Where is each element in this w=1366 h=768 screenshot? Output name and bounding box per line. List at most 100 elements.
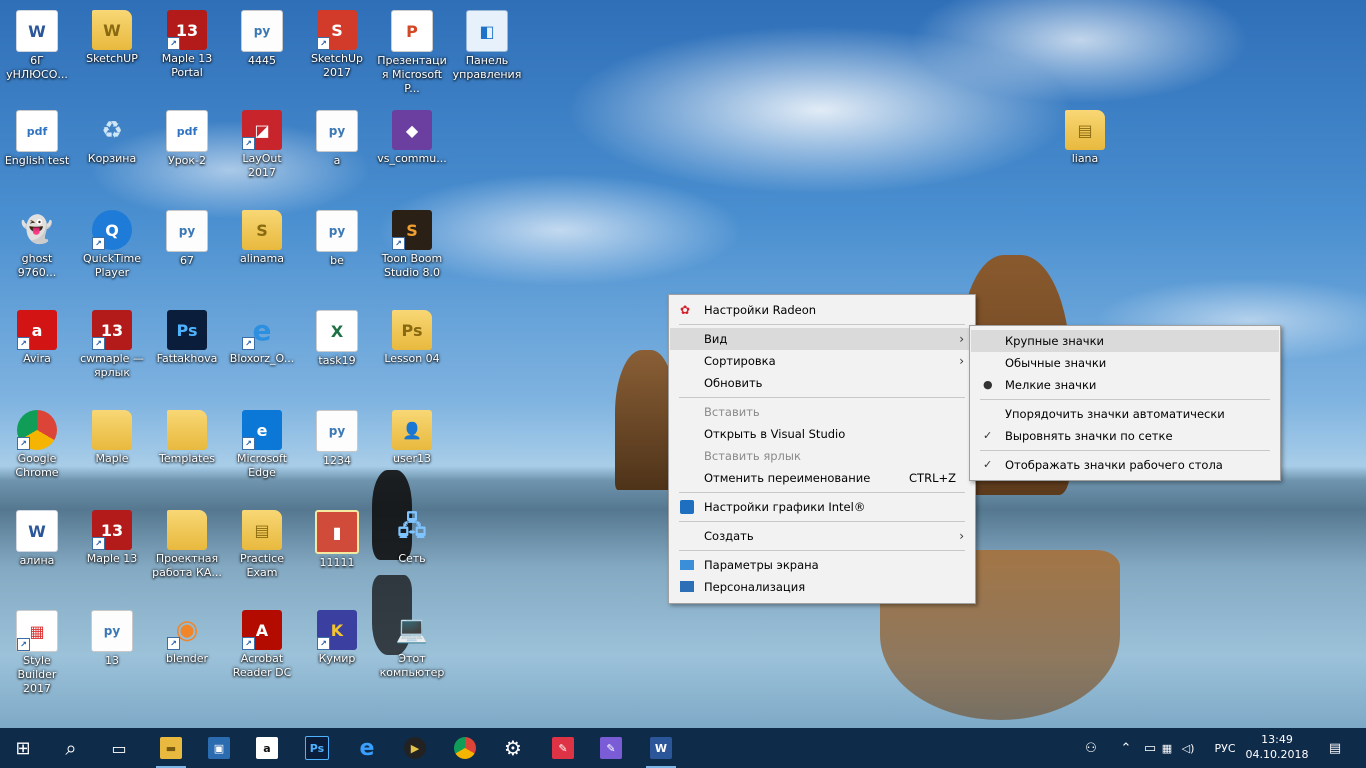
desktop-icon-label: Этот компьютер	[379, 652, 445, 679]
store-button[interactable]: ▣	[196, 728, 242, 768]
start-button[interactable]: ⊞	[0, 728, 46, 768]
submenu-item-small-icons[interactable]: ● Мелкие значки	[971, 374, 1279, 396]
desktop-icon[interactable]: ◆ vs_commu...	[375, 104, 449, 200]
desktop-icon[interactable]: a ↗ Avira	[0, 304, 74, 400]
chevron-up-icon: ⌃	[1120, 740, 1132, 756]
desktop-icon[interactable]: Maple	[75, 404, 149, 500]
submenu-item-auto-arrange[interactable]: Упорядочить значки автоматически	[971, 403, 1279, 425]
desktop-icon[interactable]: 13 ↗ Maple 13	[75, 504, 149, 600]
menu-item-display-settings[interactable]: Параметры экрана	[670, 554, 974, 576]
desktop-icon[interactable]: py 67	[150, 204, 224, 300]
paint-button[interactable]: ✎	[540, 728, 586, 768]
battery-button[interactable]: ▭	[1140, 728, 1160, 768]
desktop-icon[interactable]: A ↗ Acrobat Reader DC	[225, 604, 299, 700]
chrome-button[interactable]	[442, 728, 488, 768]
desktop-icon[interactable]: 13 ↗ Maple 13 Portal	[150, 4, 224, 100]
submenu-item-medium-icons[interactable]: Обычные значки	[971, 352, 1279, 374]
folder-icon: ▬	[160, 737, 182, 759]
word-icon: W	[16, 510, 58, 552]
desktop-icon-label: Avira	[23, 352, 51, 365]
desktop-icon[interactable]: Salinama	[225, 204, 299, 300]
desktop-icon[interactable]: 👤 user13	[375, 404, 449, 500]
desktop-icon[interactable]: py a	[300, 104, 374, 200]
desktop-icon[interactable]: ◪ ↗ LayOut 2017	[225, 104, 299, 200]
language-indicator[interactable]: РУС	[1208, 728, 1242, 768]
desktop-icon[interactable]: ♻ Корзина	[75, 104, 149, 200]
menu-item-open-visual-studio[interactable]: Открыть в Visual Studio	[670, 423, 974, 445]
menu-item-paste-shortcut[interactable]: Вставить ярлык	[670, 445, 974, 467]
desktop-icon[interactable]: Ps Lesson 04	[375, 304, 449, 400]
desktop-icon[interactable]: ↗ Google Chrome	[0, 404, 74, 500]
desktop-icon[interactable]: S ↗ SketchUp 2017	[300, 4, 374, 100]
menu-item-new[interactable]: Создать ›	[670, 525, 974, 547]
desktop-icon[interactable]: Xtask19	[300, 304, 374, 400]
people-button[interactable]: ⚇	[1078, 728, 1104, 768]
submenu-item-show-desktop-icons[interactable]: ✓ Отображать значки рабочего стола	[971, 454, 1279, 476]
desktop-icon-label: Practice Exam	[240, 552, 284, 579]
desktop-icon[interactable]: py 4445	[225, 4, 299, 100]
edge-button[interactable]: e	[344, 728, 390, 768]
action-center-button[interactable]: ▤	[1320, 728, 1350, 768]
shortcut-arrow-icon: ↗	[317, 637, 330, 650]
desktop-icon[interactable]: K ↗ Кумир	[300, 604, 374, 700]
desktop-icon[interactable]: 🖧 Сеть	[375, 504, 449, 600]
network-button[interactable]: ▦	[1160, 728, 1174, 768]
show-hidden-icons-button[interactable]: ⌃	[1116, 728, 1136, 768]
battery-icon: ▭	[1143, 740, 1157, 756]
task-view-button[interactable]: ▭	[96, 728, 142, 768]
desktop-icon[interactable]: W SketchUP	[75, 4, 149, 100]
menu-item-view[interactable]: Вид ›	[670, 328, 974, 350]
clock[interactable]: 13:49 04.10.2018	[1244, 732, 1310, 762]
desktop-icon-label: vs_commu...	[377, 152, 447, 165]
desktop-icon[interactable]: Проектная работа КА...	[150, 504, 224, 600]
file-explorer-button[interactable]: ▬	[148, 728, 194, 768]
chrome-icon: ↗	[17, 410, 57, 450]
menu-item-radeon-settings[interactable]: ✿ Настройки Radeon	[670, 299, 974, 321]
media-player-button[interactable]: ▶	[392, 728, 438, 768]
ps-icon: Ps	[167, 310, 207, 350]
desktop-icon[interactable]: py 1234	[300, 404, 374, 500]
desktop-icon[interactable]: ▦ ↗ Style Builder 2017	[0, 604, 74, 700]
volume-button[interactable]: ◁)	[1176, 728, 1200, 768]
desktop-icon[interactable]: pdf Урок-2	[150, 104, 224, 200]
desktop-icon[interactable]: 13 ↗ cwmaple — ярлык	[75, 304, 149, 400]
desktop-icon-label: алина	[19, 554, 55, 567]
desktop-icon[interactable]: Ps Fattakhova	[150, 304, 224, 400]
submenu-item-large-icons[interactable]: Крупные значки	[971, 330, 1279, 352]
word-button[interactable]: W	[638, 728, 684, 768]
menu-item-undo-rename[interactable]: Отменить переименование CTRL+Z	[670, 467, 974, 489]
red2-icon: ▮	[315, 510, 359, 554]
desktop-icon[interactable]: S ↗ Toon Boom Studio 8.0	[375, 204, 449, 300]
paint3d-button[interactable]: ✎	[588, 728, 634, 768]
menu-item-sort[interactable]: Сортировка ›	[670, 350, 974, 372]
desktop-icon[interactable]: ▮ 11111	[300, 504, 374, 600]
desktop-icon[interactable]: Q ↗ QuickTime Player	[75, 204, 149, 300]
menu-item-refresh[interactable]: Обновить	[670, 372, 974, 394]
desktop-icon[interactable]: W 6Г уНЛЮСО...	[0, 4, 74, 100]
desktop-icon[interactable]: py be	[300, 204, 374, 300]
desktop-icon[interactable]: e ↗ Bloxorz_O...	[225, 304, 299, 400]
desktop-icon[interactable]: 💻 Этот компьютер	[375, 604, 449, 700]
desktop-icon[interactable]: e ↗ Microsoft Edge	[225, 404, 299, 500]
desktop-icon[interactable]: P Презентация Microsoft P...	[375, 4, 449, 100]
desktop-icon-label: 6Г уНЛЮСО...	[6, 54, 68, 81]
menu-item-intel-graphics[interactable]: Настройки графики Intel®	[670, 496, 974, 518]
desktop-icon[interactable]: ▤ liana	[1048, 104, 1122, 200]
desktop-icon[interactable]: Wалина	[0, 504, 74, 600]
desktop-icon[interactable]: ◉ ↗ blender	[150, 604, 224, 700]
photoshop-button[interactable]: Ps	[294, 728, 340, 768]
desktop-icon[interactable]: pdf English test	[0, 104, 74, 200]
desktop-icon[interactable]: ◧ Панель управления	[450, 4, 524, 100]
desktop-icon[interactable]: 👻 ghost 9760...	[0, 204, 74, 300]
amazon-button[interactable]: a	[244, 728, 290, 768]
menu-item-paste[interactable]: Вставить	[670, 401, 974, 423]
submenu-item-align-to-grid[interactable]: ✓ Выровнять значки по сетке	[971, 425, 1279, 447]
settings-button[interactable]: ⚙	[490, 728, 536, 768]
desktop-icon[interactable]: py 13	[75, 604, 149, 700]
desktop-icon-label: Microsoft Edge	[236, 452, 288, 479]
search-button[interactable]: ⌕	[48, 728, 94, 768]
shortcut-arrow-icon: ↗	[167, 637, 180, 650]
desktop-icon[interactable]: Templates	[150, 404, 224, 500]
desktop-icon[interactable]: ▤ Practice Exam	[225, 504, 299, 600]
menu-item-personalize[interactable]: Персонализация	[670, 576, 974, 598]
